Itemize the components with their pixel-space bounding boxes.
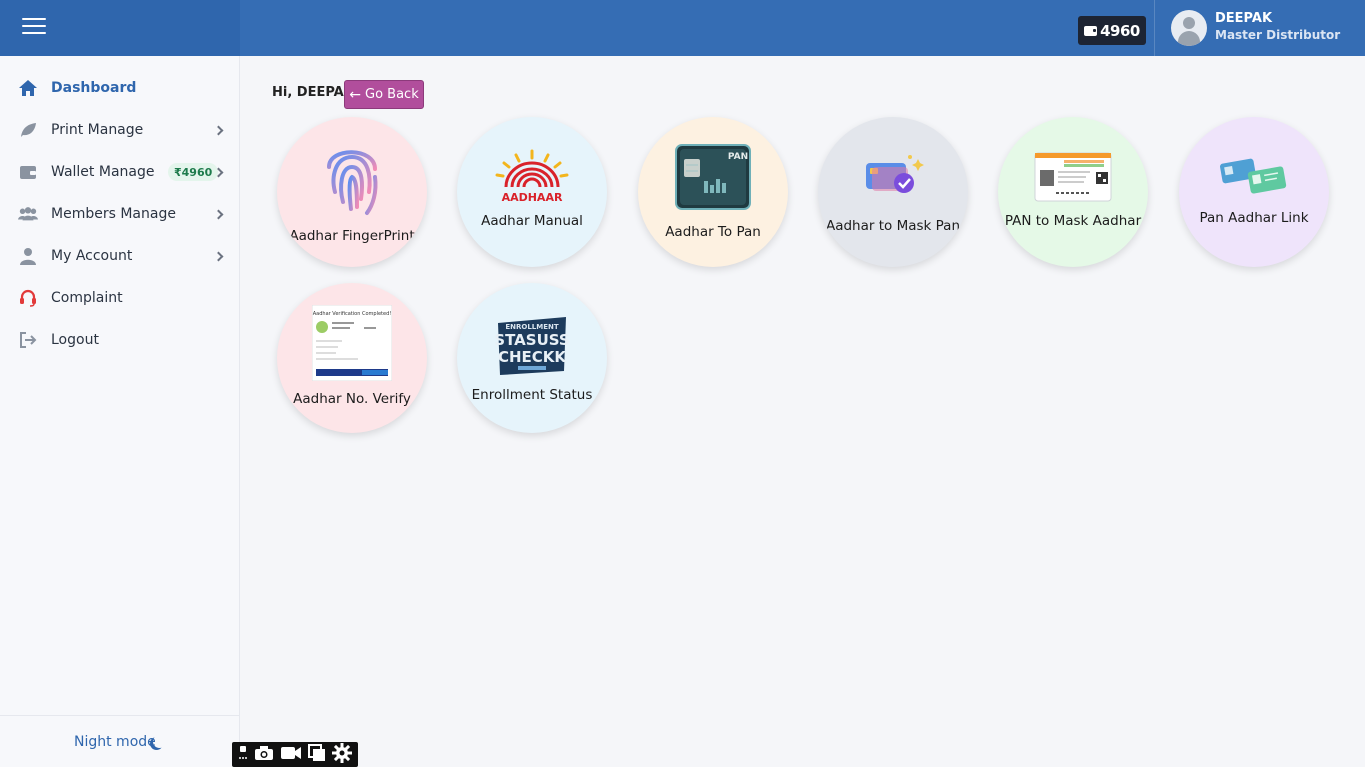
leaf-icon xyxy=(18,120,38,140)
service-label: Aadhar to Mask Pan xyxy=(825,218,961,234)
service-aadhar-manual[interactable]: AADHAAR Aadhar Manual xyxy=(457,117,607,267)
screen-capture-toolbar xyxy=(232,742,358,767)
logout-icon xyxy=(18,330,38,350)
top-bar: 4960 DEEPAK Master Distributor xyxy=(0,0,1365,56)
sidebar-item-complaint[interactable]: Complaint xyxy=(0,277,239,319)
users-icon xyxy=(18,204,38,224)
sidebar-item-label: Logout xyxy=(51,332,99,348)
service-label: Aadhar No. Verify xyxy=(293,391,411,407)
service-label: Aadhar Manual xyxy=(481,213,583,229)
chevron-right-icon xyxy=(213,209,224,219)
extension-icon[interactable] xyxy=(238,745,248,765)
pan-card-text: PAN xyxy=(728,152,748,162)
home-icon xyxy=(18,78,38,98)
menu-toggle-icon[interactable] xyxy=(22,18,46,38)
verify-title-text: Aadhar Verification Completed! xyxy=(313,311,392,317)
avatar[interactable] xyxy=(1171,10,1207,46)
night-mode-label: Night mode xyxy=(74,734,156,750)
wallet-badge: ₹4960 xyxy=(168,163,219,181)
moon-icon xyxy=(153,735,166,748)
service-label: Aadhar To Pan xyxy=(665,224,761,240)
sidebar-item-label: Complaint xyxy=(51,290,123,306)
verify-document-icon: Aadhar Verification Completed! xyxy=(311,304,393,385)
sidebar-item-label: Print Manage xyxy=(51,122,144,138)
pan-card-icon: PAN xyxy=(672,139,754,217)
chevron-right-icon xyxy=(213,125,224,135)
copy-icon[interactable] xyxy=(308,743,326,766)
wallet-balance: 4960 xyxy=(1100,21,1140,40)
aadhaar-logo-text: AADHAAR xyxy=(502,191,563,204)
service-enrollment-status[interactable]: ENROLLMENT STASUSS CHECKK Enrollment Sta… xyxy=(457,283,607,433)
sidebar: Dashboard Print Manage Wallet Manage ₹49… xyxy=(0,56,240,767)
enroll-top-text: ENROLLMENT xyxy=(505,323,559,331)
greeting-text: Hi, DEEPAK xyxy=(272,85,354,100)
user-name[interactable]: DEEPAK xyxy=(1215,11,1272,26)
header-divider xyxy=(1154,0,1155,56)
night-mode-toggle[interactable]: Night mode xyxy=(0,715,239,767)
enroll-line1-text: STASUSS xyxy=(494,331,569,349)
sidebar-item-label: My Account xyxy=(51,248,133,264)
link-cards-icon xyxy=(1219,155,1289,199)
mask-card-icon xyxy=(860,153,926,205)
wallet-icon xyxy=(18,162,38,182)
service-pan-to-mask-aadhar[interactable]: PAN to Mask Aadhar xyxy=(998,117,1148,267)
user-icon xyxy=(18,246,38,266)
wallet-balance-chip[interactable]: 4960 xyxy=(1078,16,1146,45)
sidebar-item-label: Dashboard xyxy=(51,80,137,96)
aadhaar-logo-icon: AADHAAR xyxy=(492,149,572,209)
enrollment-status-badge-icon: ENROLLMENT STASUSS CHECKK xyxy=(494,313,570,381)
camera-icon[interactable] xyxy=(254,745,274,765)
user-role: Master Distributor xyxy=(1215,28,1341,42)
sidebar-item-logout[interactable]: Logout xyxy=(0,319,239,361)
sidebar-item-print-manage[interactable]: Print Manage xyxy=(0,109,239,151)
wallet-icon xyxy=(1084,25,1098,36)
aadhaar-card-icon xyxy=(1034,152,1112,206)
service-aadhar-to-pan[interactable]: PAN Aadhar To Pan xyxy=(638,117,788,267)
video-camera-icon[interactable] xyxy=(280,745,302,764)
service-label: PAN to Mask Aadhar xyxy=(1004,213,1142,229)
fingerprint-icon xyxy=(317,137,387,221)
sidebar-item-wallet-manage[interactable]: Wallet Manage ₹4960 xyxy=(0,151,239,193)
go-back-label: Go Back xyxy=(365,87,419,102)
sidebar-item-my-account[interactable]: My Account xyxy=(0,235,239,277)
service-label: Pan Aadhar Link xyxy=(1199,210,1309,226)
sidebar-item-dashboard[interactable]: Dashboard xyxy=(0,67,239,109)
sidebar-item-label: Wallet Manage xyxy=(51,164,155,180)
enroll-line2-text: CHECKK xyxy=(498,348,567,366)
service-aadhar-no-verify[interactable]: Aadhar Verification Completed! Aadhar No… xyxy=(277,283,427,433)
gear-icon[interactable] xyxy=(332,742,352,767)
go-back-button[interactable]: ← Go Back xyxy=(344,80,424,109)
service-aadhar-fingerprint[interactable]: Aadhar FingerPrint xyxy=(277,117,427,267)
brand-area xyxy=(0,0,240,56)
headset-icon xyxy=(18,288,38,308)
sidebar-item-label: Members Manage xyxy=(51,206,176,222)
service-pan-aadhar-link[interactable]: Pan Aadhar Link xyxy=(1179,117,1329,267)
chevron-right-icon xyxy=(213,251,224,261)
sidebar-item-members-manage[interactable]: Members Manage xyxy=(0,193,239,235)
arrow-left-icon: ← xyxy=(349,86,361,103)
service-label: Enrollment Status xyxy=(471,387,593,403)
service-aadhar-to-mask-pan[interactable]: Aadhar to Mask Pan xyxy=(818,117,968,267)
service-label: Aadhar FingerPrint xyxy=(289,228,415,244)
